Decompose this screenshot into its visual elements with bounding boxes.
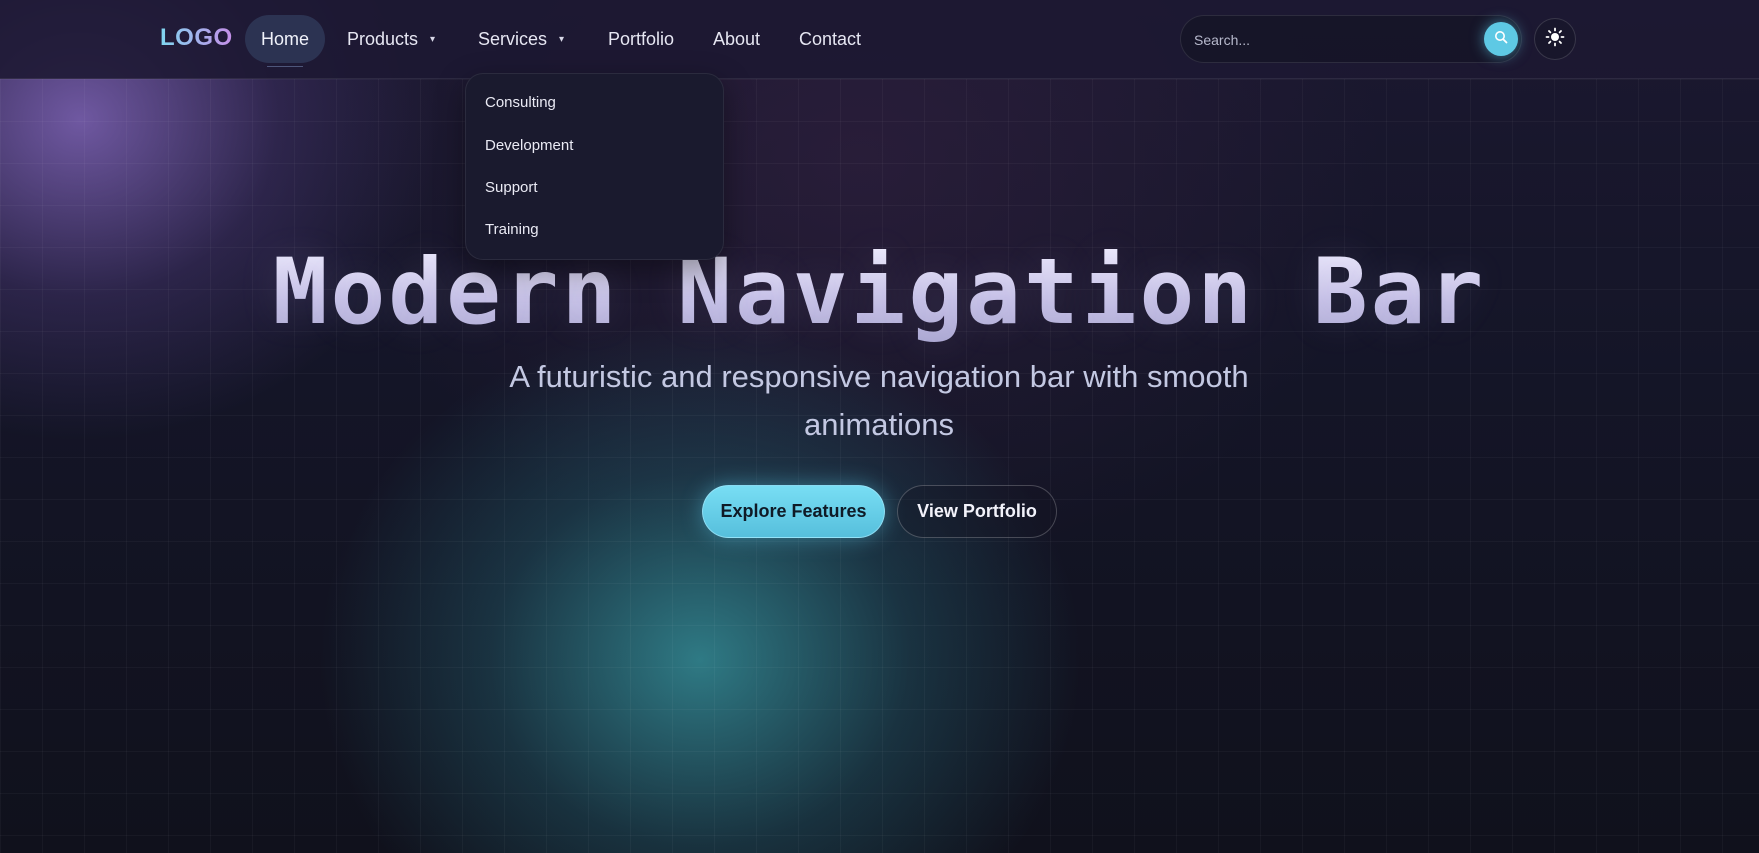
search-box: [1180, 15, 1522, 63]
background-grid: [0, 79, 1759, 853]
theme-toggle-button[interactable]: [1534, 18, 1576, 60]
nav-item-home[interactable]: Home: [245, 15, 325, 67]
view-portfolio-button[interactable]: View Portfolio: [897, 485, 1057, 538]
explore-features-button[interactable]: Explore Features: [702, 485, 885, 538]
nav-item-services[interactable]: Services ▾: [478, 15, 564, 63]
chevron-down-icon: ▾: [559, 34, 565, 46]
services-dropdown-menu: Consulting Development Support Training: [465, 73, 724, 260]
nav-item-contact[interactable]: Contact: [799, 15, 861, 63]
dropdown-item-consulting[interactable]: Consulting: [485, 94, 556, 111]
nav-item-about[interactable]: About: [713, 15, 760, 63]
search-icon: [1494, 30, 1508, 49]
logo[interactable]: LOGO: [160, 24, 233, 52]
dropdown-item-support[interactable]: Support: [485, 179, 538, 196]
dropdown-item-training[interactable]: Training: [485, 221, 539, 238]
nav-item-services-label: Services: [478, 29, 548, 49]
hero-title: Modern Navigation Bar: [0, 238, 1759, 348]
dropdown-item-development[interactable]: Development: [485, 137, 573, 154]
nav-item-portfolio[interactable]: Portfolio: [608, 15, 674, 63]
navbar: LOGO Home Products ▾ Services ▾ Portfolio …: [0, 0, 1759, 79]
search-button[interactable]: [1484, 22, 1518, 56]
search-input[interactable]: [1194, 28, 1454, 52]
hero-subtitle: A futuristic and responsive navigation b…: [509, 359, 1249, 442]
nav-item-products[interactable]: Products ▾: [347, 15, 435, 63]
sun-icon: [1545, 27, 1565, 52]
nav-item-products-label: Products: [347, 29, 419, 49]
chevron-down-icon: ▾: [430, 34, 436, 46]
